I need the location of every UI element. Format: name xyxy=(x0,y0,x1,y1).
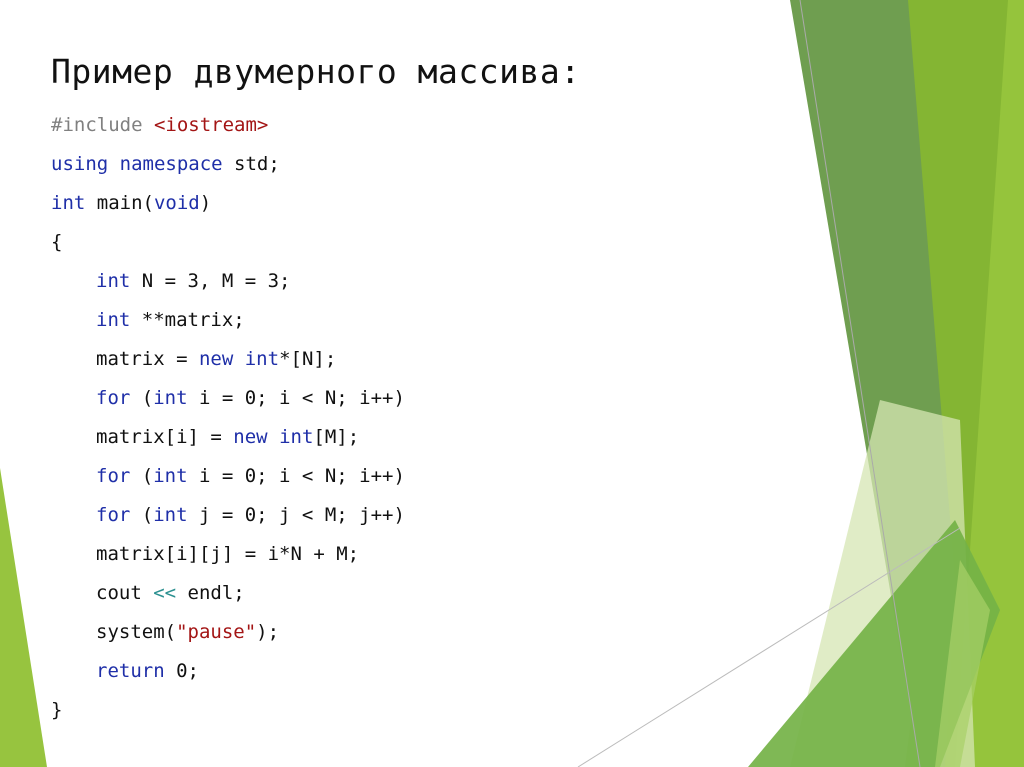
code-line: int N = 3, M = 3; xyxy=(51,264,405,303)
slide-title: Пример двумерного массива: xyxy=(51,52,581,91)
code-line: int **matrix; xyxy=(51,303,405,342)
code-line: matrix[i][j] = i*N + M; xyxy=(51,537,405,576)
code-keyword: int xyxy=(279,426,314,448)
code-keyword: using xyxy=(51,153,109,175)
code-keyword: new xyxy=(233,426,268,448)
code-keyword: int xyxy=(244,348,280,370)
code-line: for (int i = 0; i < N; i++) xyxy=(51,381,405,420)
code-text: matrix = xyxy=(96,348,199,370)
code-text: i = 0; i < N; i++) xyxy=(187,387,405,409)
code-text: endl; xyxy=(176,582,245,604)
code-line: int main(void) xyxy=(51,186,405,225)
code-keyword: int xyxy=(153,387,188,409)
code-keyword: void xyxy=(153,192,200,214)
code-text: ( xyxy=(130,465,154,487)
code-text: system( xyxy=(96,621,177,643)
code-include-target: <iostream> xyxy=(153,114,269,136)
code-block: #include <iostream> using namespace std; i… xyxy=(51,108,405,732)
code-keyword: int xyxy=(153,504,188,526)
code-text: } xyxy=(51,699,63,721)
code-keyword: new xyxy=(198,348,234,370)
code-preprocessor: #include xyxy=(51,114,154,136)
code-line: { xyxy=(51,225,405,264)
code-line: for (int i = 0; i < N; i++) xyxy=(51,459,405,498)
code-text: matrix[i][j] = i*N + M; xyxy=(96,543,360,565)
code-keyword: int xyxy=(51,192,86,214)
code-line: } xyxy=(51,693,405,732)
code-keyword: for xyxy=(96,504,131,526)
code-line: matrix = new int*[N]; xyxy=(51,342,405,381)
code-line: #include <iostream> xyxy=(51,108,405,147)
code-keyword: namespace xyxy=(119,153,223,175)
code-text: **matrix; xyxy=(130,309,245,331)
code-operator: << xyxy=(153,582,177,604)
code-text: matrix[i] = xyxy=(96,426,234,448)
code-line: using namespace std; xyxy=(51,147,405,186)
code-keyword: for xyxy=(96,387,131,409)
code-keyword: int xyxy=(153,465,188,487)
code-text: i = 0; i < N; i++) xyxy=(187,465,405,487)
code-string: "pause" xyxy=(176,621,257,643)
code-keyword: for xyxy=(96,465,131,487)
code-text: { xyxy=(51,231,63,253)
code-text: cout xyxy=(96,582,154,604)
code-text: ( xyxy=(130,387,154,409)
code-text: ); xyxy=(256,621,280,643)
code-text: ( xyxy=(130,504,154,526)
code-line: matrix[i] = new int[M]; xyxy=(51,420,405,459)
code-line: return 0; xyxy=(51,654,405,693)
code-text: [M]; xyxy=(313,426,360,448)
code-text: 0; xyxy=(164,660,199,682)
code-text: ) xyxy=(199,192,212,214)
code-text: std; xyxy=(222,153,280,175)
code-line: system("pause"); xyxy=(51,615,405,654)
code-line: for (int j = 0; j < M; j++) xyxy=(51,498,405,537)
code-text: main( xyxy=(85,192,154,214)
code-keyword: return xyxy=(96,660,165,682)
left-green-triangle xyxy=(0,468,47,767)
code-keyword: int xyxy=(96,270,131,292)
code-text: *[N]; xyxy=(279,348,337,370)
code-text: N = 3, M = 3; xyxy=(130,270,291,292)
code-text: j = 0; j < M; j++) xyxy=(187,504,405,526)
code-line: cout << endl; xyxy=(51,576,405,615)
code-keyword: int xyxy=(96,309,131,331)
